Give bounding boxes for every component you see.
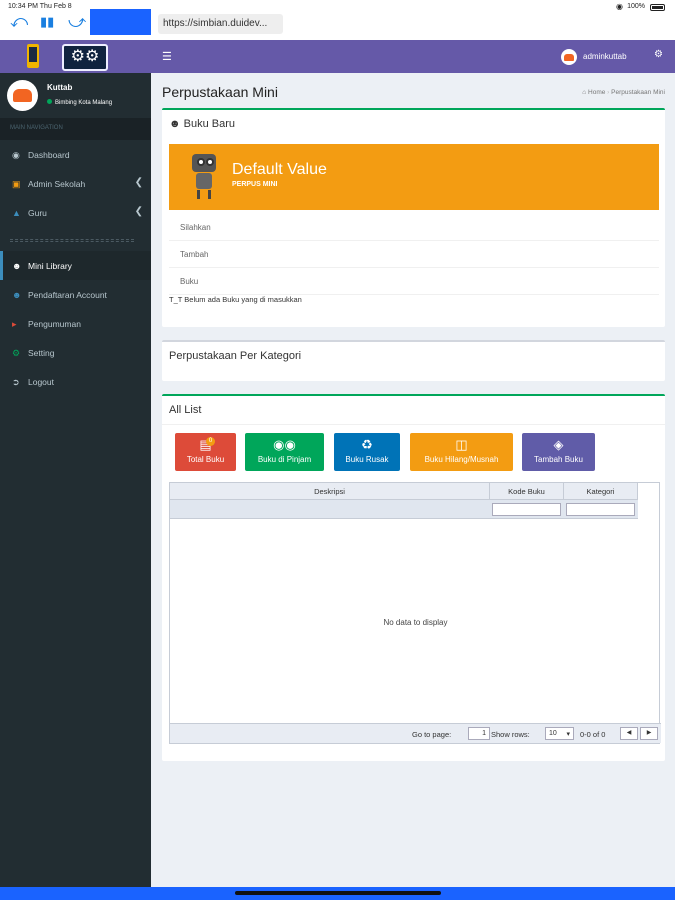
ios-status-bar: 10:34 PM Thu Feb 8 ◉ 100% ⤺ ▮▮ ⤻ https:/…: [0, 0, 675, 40]
column-header-kode-buku[interactable]: Kode Buku: [490, 483, 564, 500]
table-pager: Go to page: 1 Show rows: 10 ▾ 0-0 of 0 ◀ …: [170, 723, 661, 743]
main-content: Perpustakaan Mini ⌂ Home › Perpustakaan …: [151, 73, 675, 888]
breadcrumb-home[interactable]: Home: [588, 89, 605, 96]
breadcrumb: ⌂ Home › Perpustakaan Mini: [582, 89, 665, 96]
show-rows-label: Show rows:: [491, 730, 530, 739]
chevron-left-icon: ❮: [134, 206, 143, 217]
box-title: All List: [169, 404, 202, 416]
kategori-box: Perpustakaan Per Kategori: [162, 340, 665, 381]
sidebar-item-admin-sekolah[interactable]: ▣ Admin Sekolah ❮: [0, 169, 151, 198]
phone-logo-icon: [27, 44, 39, 68]
trash-icon: ◫: [455, 437, 468, 452]
wifi-icon: ◉: [616, 2, 623, 11]
hamburger-menu-icon[interactable]: ☰: [162, 50, 172, 63]
bullhorn-icon: ▸: [12, 319, 17, 329]
column-header-deskripsi[interactable]: Deskripsi: [170, 483, 490, 500]
tags-icon: ◈: [553, 437, 564, 452]
sidebar-item-setting[interactable]: ⚙ Setting: [0, 338, 151, 367]
status-time: 10:34 PM Thu Feb 8: [8, 3, 72, 10]
box-title: ☻ Buku Baru: [169, 118, 236, 130]
gears-logo-icon: ⚙⚙: [62, 44, 108, 71]
all-list-box: All List ▤ Total Buku 0 ◉◉ Buku di Pinja…: [162, 394, 665, 761]
top-navbar: ☰ adminkuttab ⚙: [151, 40, 675, 73]
dashboard-icon: ◉: [12, 150, 20, 160]
graduation-cap-icon: ▲: [12, 208, 21, 218]
default-value-banner: Default Value PERPUS MINI: [169, 144, 659, 210]
buku-hilang-button[interactable]: ◫ Buku Hilang/Musnah: [410, 433, 513, 471]
users-icon: ☻: [169, 118, 181, 130]
user-status: Bimbing Kota Malang: [47, 99, 112, 106]
sidebar: ⚙⚙ Kuttab Bimbing Kota Malang MAIN NAVIG…: [0, 40, 151, 888]
sidebar-item-pengumuman[interactable]: ▸ Pengumuman: [0, 309, 151, 338]
buku-di-pinjam-button[interactable]: ◉◉ Buku di Pinjam: [245, 433, 324, 471]
sidebar-item-mini-library[interactable]: ☻ Mini Library: [0, 251, 151, 280]
buku-baru-box: ☻ Buku Baru Default Value PERPUS MINI Si…: [162, 108, 665, 327]
empty-table-message: No data to display: [383, 618, 448, 627]
logout-icon: ➲: [12, 377, 20, 387]
page-range: 0-0 of 0: [580, 730, 606, 739]
go-to-page-label: Go to page:: [412, 730, 452, 739]
sidebar-item-dashboard[interactable]: ◉ Dashboard: [0, 140, 151, 169]
avatar[interactable]: [561, 49, 577, 65]
previous-page-button[interactable]: ◀: [620, 727, 638, 740]
banner-subtitle: PERPUS MINI: [232, 181, 278, 188]
chevron-down-icon: ▾: [566, 731, 570, 738]
box-title: Perpustakaan Per Kategori: [169, 350, 302, 362]
list-item: Silahkan: [169, 214, 659, 241]
column-header-kategori[interactable]: Kategori: [564, 483, 638, 500]
briefcase-icon: ▣: [12, 179, 21, 189]
rows-per-page-select[interactable]: 10 ▾: [545, 727, 574, 740]
kode-buku-filter-input[interactable]: [492, 503, 561, 516]
user-name: Kuttab: [47, 83, 73, 92]
page-title: Perpustakaan Mini: [162, 84, 278, 100]
back-arrow-icon[interactable]: ⤺: [10, 13, 28, 30]
sidebar-divider: [10, 239, 134, 242]
recycle-icon: ♻: [361, 437, 373, 452]
sidebar-item-pendaftaran-account[interactable]: ☻ Pendaftaran Account: [0, 280, 151, 309]
avatar: [7, 80, 38, 111]
table-header: Deskripsi Kode Buku Kategori: [170, 483, 638, 500]
list-item: Tambah: [169, 241, 659, 268]
battery-icon: [650, 4, 665, 11]
filter-row: [170, 500, 638, 519]
redacted-block: [90, 9, 151, 35]
kategori-filter-input[interactable]: [566, 503, 635, 516]
page-number-input[interactable]: 1: [468, 727, 490, 740]
user-plus-icon: ☻: [12, 290, 22, 300]
address-bar[interactable]: https://simbian.duidev...: [158, 14, 283, 34]
reader-mode-icon[interactable]: ▮▮: [40, 13, 54, 30]
top-username[interactable]: adminkuttab: [583, 52, 627, 61]
banner-title: Default Value: [232, 161, 327, 178]
count-badge: 0: [206, 437, 215, 446]
home-icon: ⌂: [582, 89, 587, 96]
gears-icon[interactable]: ⚙: [654, 49, 663, 60]
app-logo[interactable]: ⚙⚙: [0, 40, 151, 73]
home-indicator[interactable]: [235, 891, 441, 895]
buku-rusak-button[interactable]: ♻ Buku Rusak: [334, 433, 400, 471]
list-item: Buku: [169, 268, 659, 295]
next-page-button[interactable]: ▶: [640, 727, 658, 740]
robot-icon: [189, 154, 219, 199]
gears-icon: ⚙: [12, 348, 21, 358]
tambah-buku-button[interactable]: ◈ Tambah Buku: [522, 433, 595, 471]
breadcrumb-current: Perpustakaan Mini: [611, 89, 665, 96]
empty-books-note: T_T Belum ada Buku yang di masukkan: [169, 295, 302, 304]
online-dot-icon: [47, 99, 52, 104]
sidebar-item-logout[interactable]: ➲ Logout: [0, 367, 151, 396]
forward-arrow-icon[interactable]: ⤻: [68, 13, 86, 30]
battery-percent: 100%: [627, 3, 645, 10]
user-panel: Kuttab Bimbing Kota Malang: [0, 73, 151, 118]
binoculars-icon: ◉◉: [273, 437, 296, 452]
nav-header: MAIN NAVIGATION: [0, 118, 151, 140]
total-buku-button[interactable]: ▤ Total Buku 0: [175, 433, 236, 471]
sidebar-item-guru[interactable]: ▲ Guru ❮: [0, 198, 151, 227]
books-table: Deskripsi Kode Buku Kategori No data to …: [169, 482, 661, 744]
chevron-left-icon: ❮: [134, 177, 143, 188]
users-icon: ☻: [12, 261, 22, 271]
bottom-bar: [0, 887, 675, 900]
